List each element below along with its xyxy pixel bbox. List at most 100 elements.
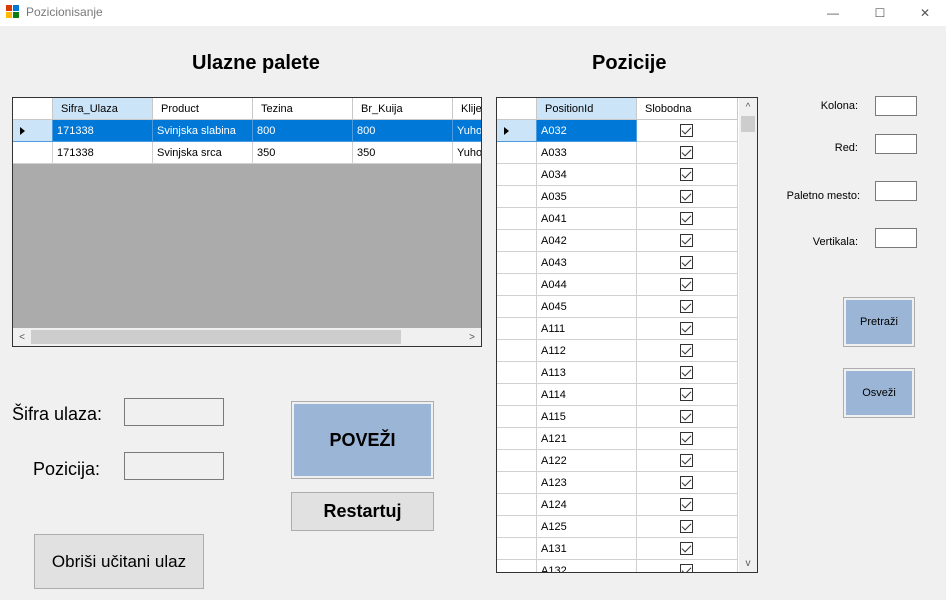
position-id-cell[interactable]: A112 (537, 340, 637, 362)
position-id-cell[interactable]: A032 (537, 120, 637, 142)
checkbox-checked-icon[interactable] (680, 542, 693, 555)
row-header[interactable] (497, 208, 537, 230)
table-cell[interactable]: Svinjska slabina (153, 120, 253, 142)
table-cell[interactable]: 800 (253, 120, 353, 142)
scroll-down-button[interactable]: v (739, 554, 757, 572)
slobodna-cell[interactable] (637, 164, 738, 186)
kolona-field[interactable] (875, 96, 917, 116)
checkbox-checked-icon[interactable] (680, 256, 693, 269)
red-field[interactable] (875, 134, 917, 154)
slobodna-cell[interactable] (637, 560, 738, 572)
table-cell[interactable]: 350 (353, 142, 453, 164)
row-header[interactable] (497, 142, 537, 164)
slobodna-cell[interactable] (637, 186, 738, 208)
slobodna-cell[interactable] (637, 318, 738, 340)
column-header[interactable]: Tezina (253, 98, 353, 120)
position-id-cell[interactable]: A045 (537, 296, 637, 318)
ulazne-palete-grid[interactable]: Sifra_UlazaProductTezinaBr_KuijaKlijent 1… (12, 97, 482, 347)
slobodna-cell[interactable] (637, 230, 738, 252)
checkbox-checked-icon[interactable] (680, 212, 693, 225)
position-id-cell[interactable]: A121 (537, 428, 637, 450)
table-cell[interactable]: 350 (253, 142, 353, 164)
position-id-cell[interactable]: A131 (537, 538, 637, 560)
row-header[interactable] (497, 186, 537, 208)
slobodna-cell[interactable] (637, 120, 738, 142)
row-header[interactable] (497, 340, 537, 362)
scroll-left-button[interactable]: < (13, 328, 31, 346)
close-button[interactable]: ✕ (902, 0, 946, 26)
row-header[interactable] (497, 428, 537, 450)
column-header[interactable]: Br_Kuija (353, 98, 453, 120)
table-cell[interactable]: Yuhor (453, 120, 481, 142)
row-header[interactable] (13, 142, 53, 164)
scroll-right-button[interactable]: > (463, 328, 481, 346)
checkbox-checked-icon[interactable] (680, 300, 693, 313)
position-id-cell[interactable]: A115 (537, 406, 637, 428)
pretrazi-button[interactable]: Pretraži (843, 297, 915, 347)
table-cell[interactable]: 800 (353, 120, 453, 142)
minimize-button[interactable]: — (810, 0, 856, 26)
slobodna-cell[interactable] (637, 362, 738, 384)
checkbox-checked-icon[interactable] (680, 366, 693, 379)
slobodna-cell[interactable] (637, 296, 738, 318)
row-header[interactable] (13, 120, 53, 142)
checkbox-checked-icon[interactable] (680, 124, 693, 137)
slobodna-cell[interactable] (637, 406, 738, 428)
position-id-cell[interactable]: A034 (537, 164, 637, 186)
checkbox-checked-icon[interactable] (680, 454, 693, 467)
checkbox-checked-icon[interactable] (680, 234, 693, 247)
row-header[interactable] (497, 472, 537, 494)
row-header[interactable] (497, 494, 537, 516)
maximize-button[interactable]: ☐ (857, 0, 903, 26)
obrisi-ucitani-ulaz-button[interactable]: Obriši učitani ulaz (34, 534, 204, 589)
scroll-up-button[interactable]: ^ (739, 98, 757, 116)
slobodna-cell[interactable] (637, 472, 738, 494)
osvezi-button[interactable]: Osveži (843, 368, 915, 418)
slobodna-cell[interactable] (637, 494, 738, 516)
row-header[interactable] (497, 318, 537, 340)
row-header[interactable] (497, 538, 537, 560)
restartuj-button[interactable]: Restartuj (291, 492, 434, 531)
position-id-cell[interactable]: A111 (537, 318, 637, 340)
checkbox-checked-icon[interactable] (680, 498, 693, 511)
slobodna-cell[interactable] (637, 384, 738, 406)
checkbox-checked-icon[interactable] (680, 278, 693, 291)
pozicije-grid[interactable]: PositionId Slobodna A032 A033 A034 A035 A041 A0… (496, 97, 758, 573)
table-cell[interactable]: Yuhor (453, 142, 481, 164)
row-header[interactable] (497, 274, 537, 296)
row-header[interactable] (497, 516, 537, 538)
row-header[interactable] (497, 120, 537, 142)
slobodna-cell[interactable] (637, 208, 738, 230)
slobodna-cell[interactable] (637, 538, 738, 560)
checkbox-checked-icon[interactable] (680, 432, 693, 445)
position-id-cell[interactable]: A041 (537, 208, 637, 230)
slobodna-cell[interactable] (637, 450, 738, 472)
position-id-cell[interactable]: A043 (537, 252, 637, 274)
slobodna-cell[interactable] (637, 252, 738, 274)
table-cell[interactable]: 171338 (53, 142, 153, 164)
povezi-button[interactable]: POVEŽI (291, 401, 434, 479)
slobodna-cell[interactable] (637, 274, 738, 296)
column-header[interactable]: Product (153, 98, 253, 120)
position-id-cell[interactable]: A044 (537, 274, 637, 296)
position-id-cell[interactable]: A033 (537, 142, 637, 164)
position-id-cell[interactable]: A122 (537, 450, 637, 472)
table-cell[interactable]: 171338 (53, 120, 153, 142)
checkbox-checked-icon[interactable] (680, 146, 693, 159)
position-id-cell[interactable]: A042 (537, 230, 637, 252)
checkbox-checked-icon[interactable] (680, 388, 693, 401)
checkbox-checked-icon[interactable] (680, 564, 693, 572)
checkbox-checked-icon[interactable] (680, 520, 693, 533)
row-header[interactable] (497, 406, 537, 428)
horizontal-scroll-thumb[interactable] (31, 330, 401, 344)
checkbox-checked-icon[interactable] (680, 476, 693, 489)
checkbox-checked-icon[interactable] (680, 344, 693, 357)
vertical-scrollbar[interactable]: ^ v (739, 98, 757, 572)
row-header[interactable] (497, 230, 537, 252)
slobodna-cell[interactable] (637, 516, 738, 538)
slobodna-cell[interactable] (637, 340, 738, 362)
row-header[interactable] (497, 362, 537, 384)
column-header[interactable]: Slobodna (637, 98, 738, 120)
row-header[interactable] (497, 252, 537, 274)
position-id-cell[interactable]: A113 (537, 362, 637, 384)
